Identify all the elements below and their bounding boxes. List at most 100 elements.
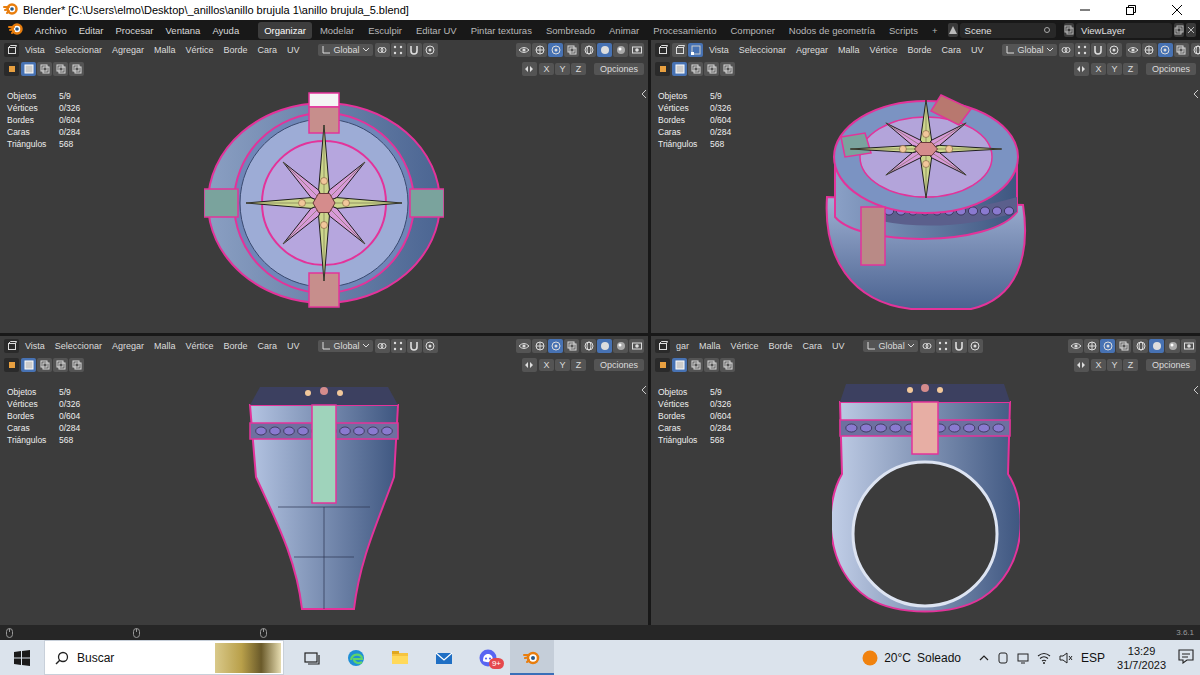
taskbar-app[interactable] [290,640,334,675]
search-placeholder[interactable]: Buscar [77,651,114,665]
material-shading-button[interactable] [1165,339,1180,353]
weather-temperature[interactable]: 20°C [884,651,911,665]
viewport[interactable]: VistaSeleccionarAgregarMallaVérticeBorde… [0,40,648,333]
editor-type-button[interactable] [655,43,670,57]
viewport-canvas[interactable]: Objetos5/9Vértices0/326Bordes0/604Caras0… [0,374,648,625]
snap-target-button[interactable] [1075,43,1090,57]
mirror-button[interactable] [522,358,537,372]
orientation-label[interactable]: Global [334,341,360,351]
snap-target-button[interactable] [391,339,406,353]
viewport-menu-item[interactable]: Vértice [181,43,217,57]
axis-toggle[interactable]: Z [571,63,586,75]
workspace-tab[interactable]: Scripts [883,22,924,39]
visibility-button[interactable] [516,43,531,57]
weather-widget[interactable]: 20°CSoleado [862,650,961,666]
taskbar-app[interactable] [378,640,422,675]
solid-shading-button[interactable] [597,339,612,353]
proportional-button[interactable] [1107,43,1122,57]
visibility-button[interactable] [1126,43,1141,57]
xray-button[interactable] [1116,339,1131,353]
wireframe-shading-button[interactable] [1191,43,1200,57]
region-toggle[interactable] [642,380,647,398]
axis-toggle[interactable]: X [1091,63,1106,75]
viewport-menu-item[interactable]: Vista [705,43,733,57]
viewport-menu-item[interactable]: Cara [253,339,281,353]
clock[interactable]: 13:2931/7/2023 [1113,644,1170,672]
viewport-menu-item[interactable]: UV [283,43,304,57]
workspace-tab[interactable]: Sombreado [540,22,601,39]
select-extend-button[interactable] [688,62,703,76]
viewport-menu-item[interactable]: gar [672,339,693,353]
viewport-menu-item[interactable]: Agregar [108,339,148,353]
snap-button[interactable] [407,339,422,353]
select-new-button[interactable] [672,358,687,372]
viewport-menu-item[interactable]: Agregar [792,43,832,57]
visibility-button[interactable] [516,339,531,353]
pivot-button[interactable] [375,339,390,353]
solid-shading-button[interactable] [597,43,612,57]
axis-toggle[interactable]: X [539,63,554,75]
viewport-menu-item[interactable]: Malla [150,339,180,353]
proportional-button[interactable] [423,339,438,353]
viewport-menu-item[interactable]: Vértice [727,339,763,353]
workspace-tab[interactable]: Editar UV [410,22,463,39]
taskbar-app[interactable] [422,640,466,675]
select-extend-button[interactable] [37,62,52,76]
scene-name[interactable]: Scene [965,25,992,36]
viewport[interactable]: VistaSeleccionarAgregarMallaVérticeBorde… [0,336,648,625]
pivot-button[interactable] [920,339,935,353]
taskbar-app[interactable] [510,640,554,675]
editor-type-button[interactable] [655,339,670,353]
minimize-button[interactable] [1062,0,1108,20]
close-button[interactable] [1154,0,1200,20]
xray-button[interactable] [564,339,579,353]
axis-toggle[interactable]: Y [555,63,570,75]
pivot-button[interactable] [375,43,390,57]
snap-target-button[interactable] [936,339,951,353]
clock-time[interactable]: 13:29 [1128,644,1156,658]
viewport-menu-item[interactable]: Seleccionar [51,339,106,353]
region-toggle[interactable] [642,84,647,102]
viewport-canvas[interactable]: Objetos5/9Vértices0/326Bordes0/604Caras0… [0,78,648,333]
viewport-menu-item[interactable]: Borde [219,43,251,57]
snap-button[interactable] [952,339,967,353]
axis-toggle[interactable]: Y [555,359,570,371]
input-language[interactable]: ESP [1081,651,1105,665]
restore-button[interactable] [1108,0,1154,20]
copy-layer-button[interactable] [1174,23,1184,37]
viewport-menu-item[interactable]: Borde [765,339,797,353]
orientation-dropdown[interactable]: Global [863,340,918,352]
viewport-menu-item[interactable]: Seleccionar [735,43,790,57]
orientation-dropdown[interactable]: Global [318,340,373,352]
workspace-tab[interactable]: Esculpir [362,22,408,39]
select-new-button[interactable] [672,62,687,76]
viewport-menu-item[interactable]: UV [967,43,988,57]
overlay-button[interactable] [1158,43,1173,57]
viewport-menu-item[interactable]: Agregar [108,43,148,57]
mirror-button[interactable] [1074,358,1089,372]
workspace-tab[interactable]: Pintar texturas [465,22,538,39]
overlay-button[interactable] [1100,339,1115,353]
pivot-button[interactable] [1059,43,1074,57]
axis-toggle[interactable]: Y [1107,359,1122,371]
options-dropdown[interactable]: Opciones [594,63,644,75]
viewport-menu-item[interactable]: Borde [903,43,935,57]
view-layer-name[interactable]: ViewLayer [1081,25,1125,36]
view-layer-field[interactable]: ViewLayer [1076,23,1172,38]
menu-item[interactable]: Procesar [111,23,159,38]
select-extend-button[interactable] [37,358,52,372]
workspace-tab[interactable]: Modelar [314,22,360,39]
viewport-menu-item[interactable]: Vértice [865,43,901,57]
gizmo-button[interactable] [1084,339,1099,353]
rendered-shading-button[interactable] [629,339,644,353]
xray-button[interactable] [564,43,579,57]
start-button[interactable] [0,640,44,675]
viewport-menu-item[interactable]: Vista [21,43,49,57]
snap-target-button[interactable] [391,43,406,57]
blender-menu[interactable] [4,21,28,39]
orientation-dropdown[interactable]: Global [318,44,373,56]
wireframe-shading-button[interactable] [1133,339,1148,353]
select-subtract-button[interactable] [53,62,68,76]
object-mode-button[interactable] [672,43,687,57]
select-invert-button[interactable] [69,62,84,76]
